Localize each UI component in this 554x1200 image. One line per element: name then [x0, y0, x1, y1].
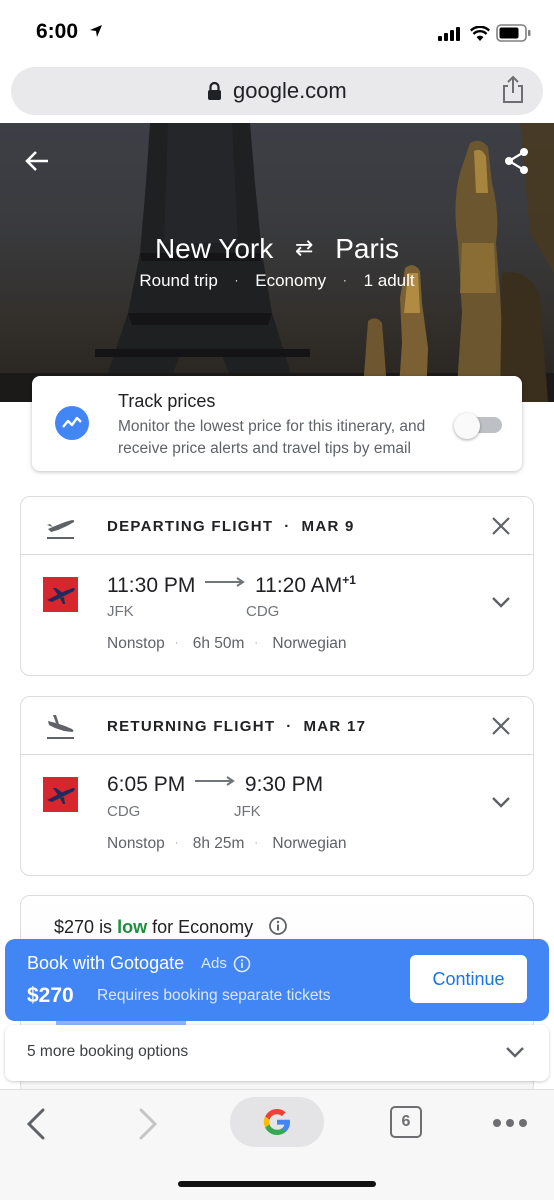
- location-arrow-icon: [90, 25, 102, 37]
- arrow-right-icon: [195, 776, 235, 786]
- cellular-signal-icon: [438, 27, 460, 41]
- price-trend-icon: [55, 406, 89, 440]
- flight-details: Nonstop · 6h 50m · Norwegian: [107, 635, 347, 652]
- wifi-icon: [470, 26, 490, 41]
- flight-details: Nonstop · 8h 25m · Norwegian: [107, 835, 347, 852]
- more-options-icon[interactable]: [492, 1118, 528, 1128]
- depart-airport-code: CDG: [107, 803, 141, 820]
- depart-time: 6:05 PM: [107, 773, 186, 796]
- duration: 8h 25m: [192, 835, 245, 852]
- flight-heading: DEPARTING FLIGHT · MAR 9: [107, 518, 355, 535]
- cabin-class[interactable]: Economy: [255, 271, 326, 290]
- passenger-count[interactable]: 1 adult: [364, 271, 415, 290]
- returning-flight-card[interactable]: RETURNING FLIGHT · MAR 17 6:05 PM 9:30 P…: [20, 696, 534, 876]
- norwegian-airline-logo: [43, 777, 78, 812]
- status-bar: 6:00: [0, 0, 554, 64]
- track-prices-description: Monitor the lowest price for this itiner…: [118, 418, 426, 457]
- share-icon[interactable]: [503, 147, 531, 175]
- booking-price: $270: [27, 984, 74, 1007]
- lock-icon: [208, 81, 221, 100]
- flight-times: 6:05 PM 9:30 PM: [107, 773, 323, 797]
- depart-time: 11:30 PM: [107, 574, 196, 597]
- destination-city: Paris: [335, 233, 400, 264]
- booking-provider: Book with Gotogate: [27, 953, 185, 973]
- status-time: 6:00: [36, 20, 79, 43]
- flight-card-header: RETURNING FLIGHT · MAR 17: [21, 697, 533, 755]
- browser-forward-icon[interactable]: [136, 1107, 160, 1141]
- flight-card-header: DEPARTING FLIGHT · MAR 9: [21, 497, 533, 555]
- duration: 6h 50m: [192, 635, 245, 652]
- arrive-airport-code: JFK: [234, 803, 261, 820]
- battery-icon: [496, 24, 531, 42]
- tab-switcher-button[interactable]: 6: [390, 1106, 422, 1138]
- airline-name: Norwegian: [272, 835, 347, 852]
- close-icon[interactable]: [491, 516, 511, 536]
- airline-name: Norwegian: [272, 635, 347, 652]
- trip-type[interactable]: Round trip: [139, 271, 217, 290]
- browser-back-icon[interactable]: [24, 1107, 48, 1141]
- price-level: low: [117, 917, 148, 937]
- arrive-time: 9:30 PM: [244, 773, 324, 796]
- flight-heading: RETURNING FLIGHT · MAR 17: [107, 718, 367, 735]
- day-offset: +1: [342, 573, 356, 587]
- separator-dot: ·: [342, 273, 347, 287]
- more-booking-options-label: 5 more booking options: [27, 1043, 189, 1060]
- arrow-right-icon: [205, 577, 245, 587]
- url-text[interactable]: google.com: [233, 78, 347, 104]
- departing-flight-card[interactable]: DEPARTING FLIGHT · MAR 9 11:30 PM 11:20 …: [20, 496, 534, 676]
- ads-info-icon[interactable]: [233, 955, 251, 973]
- continue-button[interactable]: Continue: [410, 955, 527, 1003]
- toggle-knob: [454, 413, 480, 439]
- chevron-down-icon[interactable]: [505, 1045, 525, 1059]
- close-icon[interactable]: [491, 716, 511, 736]
- home-indicator[interactable]: [178, 1181, 376, 1187]
- booking-note: Requires booking separate tickets: [97, 987, 331, 1004]
- flight-times: 11:30 PM 11:20 AM+1: [107, 573, 356, 598]
- arrive-airport-code: CDG: [246, 603, 280, 620]
- back-arrow-icon[interactable]: [24, 148, 50, 174]
- track-prices-toggle[interactable]: [454, 413, 504, 439]
- chevron-down-icon[interactable]: [491, 795, 511, 809]
- separator-dot: ·: [234, 273, 239, 287]
- ads-label: Ads: [201, 955, 227, 972]
- arrive-time: 11:20 AM: [255, 574, 343, 597]
- price-insight-text: $270 is low for Economy: [54, 917, 254, 937]
- norwegian-airline-logo: [43, 577, 78, 612]
- takeoff-icon: [47, 520, 75, 539]
- depart-airport-code: JFK: [107, 603, 134, 620]
- route-title: New York ⇄ Paris: [0, 233, 554, 265]
- landing-icon: [47, 715, 74, 739]
- track-prices-title: Track prices: [118, 391, 216, 411]
- chevron-down-icon[interactable]: [491, 595, 511, 609]
- stops: Nonstop: [107, 835, 165, 852]
- stops: Nonstop: [107, 635, 165, 652]
- share-sheet-icon[interactable]: [500, 75, 526, 105]
- trip-options: Round trip · Economy · 1 adult: [0, 271, 554, 291]
- google-g-icon: [263, 1109, 290, 1135]
- origin-city: New York: [154, 233, 274, 264]
- swap-arrows-icon: ⇄: [295, 235, 314, 260]
- info-icon[interactable]: [268, 916, 288, 936]
